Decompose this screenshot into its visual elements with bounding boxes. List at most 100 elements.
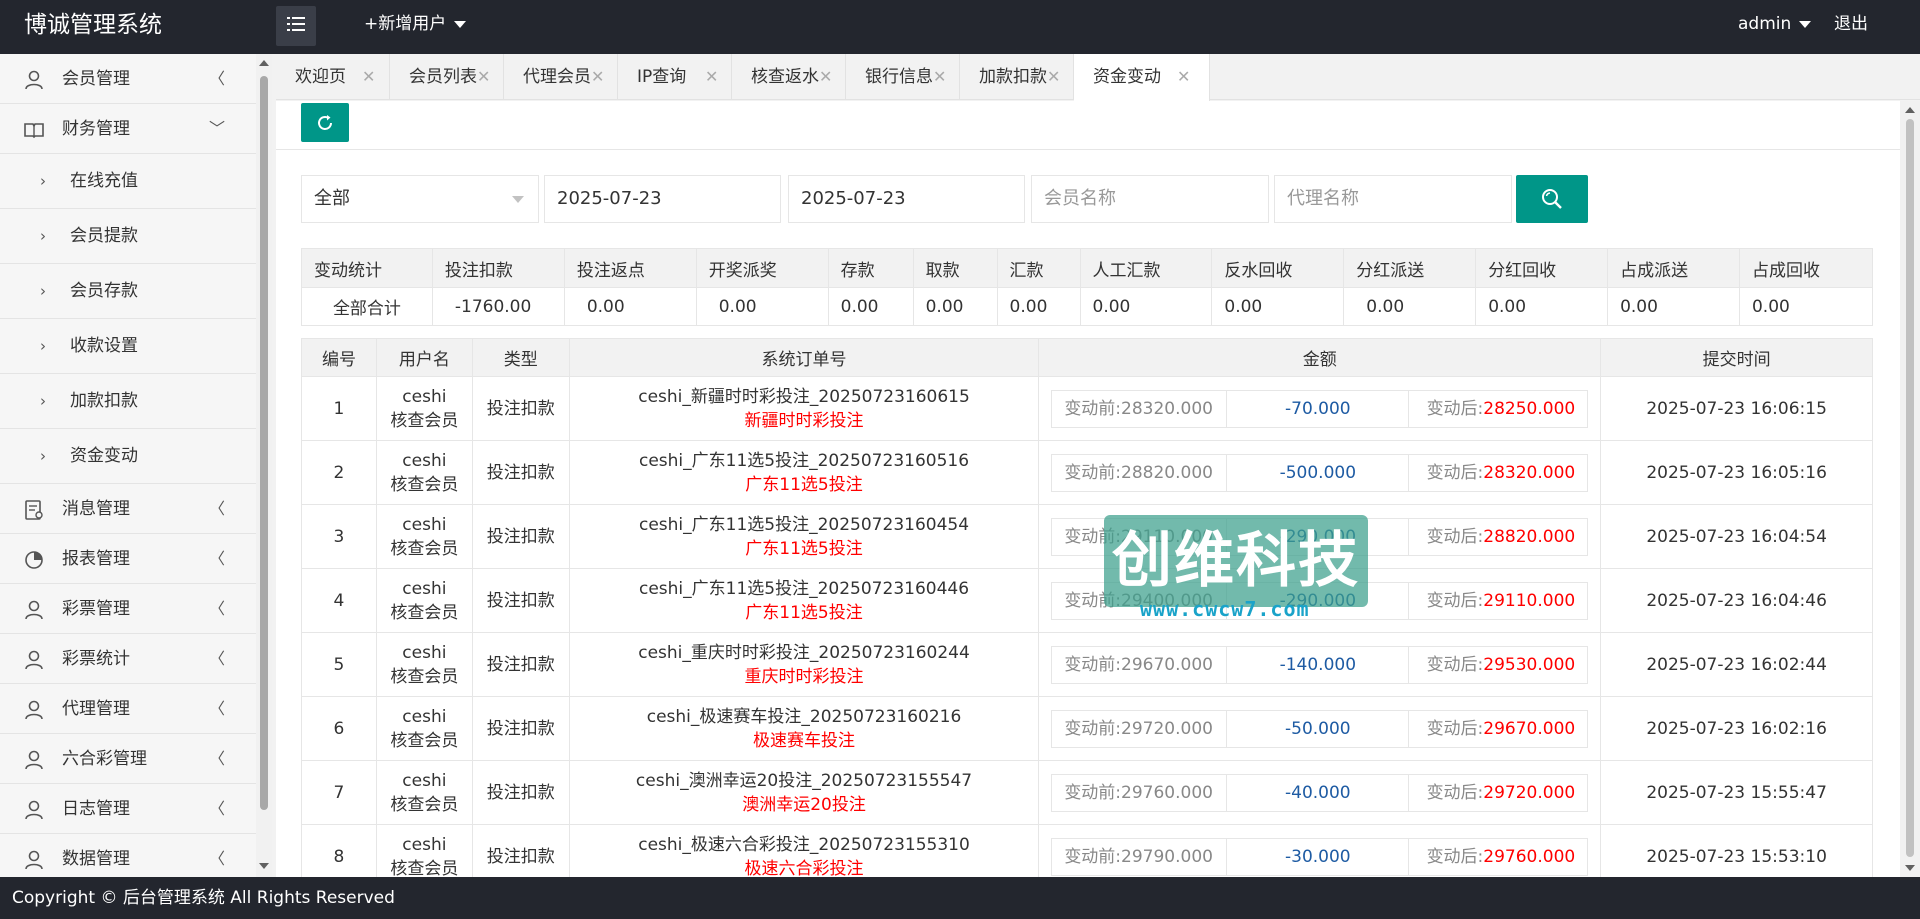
sidebar-scrollbar[interactable] — [256, 54, 272, 877]
sidebar-item-label: 消息管理 — [62, 499, 130, 519]
close-icon[interactable]: ✕ — [819, 56, 832, 98]
stats-header: 分红回收 — [1475, 248, 1609, 288]
amount-after-label: 变动后: — [1426, 526, 1484, 547]
sidebar-item-log[interactable]: 日志管理 〈 — [0, 784, 256, 834]
tab-ip-query[interactable]: IP查询 ✕ — [618, 54, 732, 100]
sidebar-subitem-add-deduct[interactable]: › 加款扣款 — [0, 374, 256, 429]
sidebar-item-agent[interactable]: 代理管理 〈 — [0, 684, 256, 734]
scrollbar-thumb[interactable] — [260, 76, 268, 810]
refresh-button[interactable] — [301, 103, 349, 142]
sidebar-subitem-online-recharge[interactable]: › 在线充值 — [0, 154, 256, 209]
sidebar-item-member[interactable]: 会员管理 〈 — [0, 54, 256, 104]
amount-after-label: 变动后: — [1426, 590, 1484, 611]
sidebar: 会员管理 〈 财务管理 ﹀ › 在线充值 › 会员提款 › 会员存款 › 收款设置 › 加… — [0, 54, 256, 877]
sidebar-subitem-fund-change[interactable]: › 资金变动 — [0, 429, 256, 484]
user-icon — [25, 650, 43, 670]
sidebar-item-mark-six[interactable]: 六合彩管理 〈 — [0, 734, 256, 784]
menu-toggle-button[interactable] — [276, 6, 316, 46]
amount-before: 变动前:28320.000 — [1052, 390, 1228, 427]
amount-before-label: 变动前: — [1064, 718, 1122, 739]
sidebar-subitem-member-withdraw[interactable]: › 会员提款 — [0, 209, 256, 264]
stats-header: 汇款 — [996, 248, 1081, 288]
close-icon[interactable]: ✕ — [477, 56, 490, 98]
stats-header: 分红派送 — [1343, 248, 1477, 288]
sidebar-subitem-label: 会员存款 — [70, 281, 138, 301]
agent-name-input[interactable]: 代理名称 — [1274, 175, 1512, 223]
amount-after: 变动后:29760.000 — [1409, 839, 1587, 875]
row-user: ceshi 核查会员 — [375, 696, 473, 761]
amount-after: 变动后:29530.000 — [1409, 647, 1587, 683]
sidebar-item-message[interactable]: 消息管理 〈 — [0, 484, 256, 534]
records-table: 编号 用户名 类型 系统订单号 金额 提交时间 1 ceshi 核查会员 投注扣款 ce… — [301, 338, 1873, 877]
search-button[interactable] — [1516, 175, 1588, 223]
chevron-left-icon: 〈 — [209, 649, 226, 668]
game-name: 广东11选5投注 — [745, 538, 863, 559]
stats-cell: 0.00 — [912, 287, 998, 326]
date-end-input[interactable]: 2025-07-23 — [788, 175, 1025, 223]
close-icon[interactable]: ✕ — [362, 56, 375, 98]
row-time: 2025-07-23 16:06:15 — [1600, 376, 1873, 441]
sidebar-item-data[interactable]: 数据管理 〈 — [0, 834, 256, 877]
row-order: ceshi_重庆时时彩投注_20250723160244 重庆时时彩投注 — [568, 632, 1040, 697]
search-icon — [1542, 189, 1562, 209]
stats-cell: 0.00 — [1343, 287, 1477, 326]
row-order: ceshi_广东11选5投注_20250723160446 广东11选5投注 — [568, 568, 1040, 633]
amount-after: 变动后:28250.000 — [1409, 391, 1587, 427]
tab-rebate-check[interactable]: 核查返水 ✕ — [732, 54, 846, 100]
stats-cell: 0.00 — [563, 287, 697, 326]
close-icon[interactable]: ✕ — [1177, 56, 1190, 98]
tab-label: 资金变动 — [1093, 67, 1161, 87]
stats-header: 开奖派奖 — [695, 248, 829, 288]
logout-link[interactable]: 退出 — [1834, 0, 1868, 50]
amount-change: -40.000 — [1227, 774, 1410, 811]
scrollbar-thumb[interactable] — [1906, 119, 1914, 857]
row-amount: 变动前:29720.000 -50.000 变动后:29670.000 — [1038, 696, 1602, 761]
sidebar-item-report[interactable]: 报表管理 〈 — [0, 534, 256, 584]
tab-welcome[interactable]: 欢迎页 ✕ — [276, 54, 390, 100]
user-role: 核查会员 — [390, 538, 459, 559]
add-user-menu[interactable]: +新增用户 — [364, 0, 467, 50]
amount-change: -290.000 — [1227, 518, 1410, 555]
order-number: ceshi_极速六合彩投注_20250723155310 — [638, 834, 970, 855]
row-time: 2025-07-23 15:53:10 — [1600, 824, 1873, 877]
amount-after-value: 29760.000 — [1483, 846, 1576, 867]
chevron-down-icon: ﹀ — [209, 119, 226, 138]
sidebar-item-lottery[interactable]: 彩票管理 〈 — [0, 584, 256, 634]
member-name-input[interactable]: 会员名称 — [1031, 175, 1269, 223]
row-time: 2025-07-23 16:04:54 — [1600, 504, 1873, 569]
tab-bank-info[interactable]: 银行信息 ✕ — [846, 54, 960, 100]
message-icon — [25, 500, 43, 520]
tab-agent-member[interactable]: 代理会员 ✕ — [504, 54, 618, 100]
close-icon[interactable]: ✕ — [933, 56, 946, 98]
user-menu[interactable]: admin — [1738, 0, 1812, 50]
date-start-input[interactable]: 2025-07-23 — [544, 175, 781, 223]
sidebar-item-finance[interactable]: 财务管理 ﹀ — [0, 104, 256, 154]
row-time: 2025-07-23 16:04:46 — [1600, 568, 1873, 633]
column-header: 金额 — [1038, 338, 1602, 377]
scroll-down-icon[interactable] — [1905, 865, 1915, 871]
close-icon[interactable]: ✕ — [591, 56, 604, 98]
scroll-up-icon[interactable] — [259, 60, 269, 66]
tab-fund-change[interactable]: 资金变动 ✕ — [1074, 54, 1210, 101]
type-select[interactable]: 全部 — [301, 175, 539, 223]
row-time: 2025-07-23 16:02:44 — [1600, 632, 1873, 697]
tab-member-list[interactable]: 会员列表 ✕ — [390, 54, 504, 100]
stats-table: 变动统计 投注扣款 投注返点 开奖派奖 存款 取款 汇款 人工汇款 反水回收 分… — [301, 248, 1874, 326]
amount-before-value: 29790.000 — [1121, 846, 1213, 867]
close-icon[interactable]: ✕ — [1047, 56, 1060, 98]
scroll-down-icon[interactable] — [259, 863, 269, 869]
content-scrollbar[interactable] — [1900, 101, 1920, 877]
sidebar-subitem-payment-settings[interactable]: › 收款设置 — [0, 319, 256, 374]
scroll-up-icon[interactable] — [1905, 107, 1915, 113]
tab-label: 欢迎页 — [295, 67, 346, 87]
row-amount: 变动前:28320.000 -70.000 变动后:28250.000 — [1038, 376, 1602, 441]
chevron-right-icon: › — [40, 172, 46, 190]
chevron-left-icon: 〈 — [209, 69, 226, 88]
user-role: 核查会员 — [390, 730, 459, 751]
tab-add-deduct[interactable]: 加款扣款 ✕ — [960, 54, 1074, 100]
sidebar-item-lottery-stats[interactable]: 彩票统计 〈 — [0, 634, 256, 684]
sidebar-subitem-member-deposit[interactable]: › 会员存款 — [0, 264, 256, 319]
amount-change: -70.000 — [1227, 390, 1410, 427]
close-icon[interactable]: ✕ — [705, 56, 718, 98]
user-role: 核查会员 — [390, 474, 459, 495]
